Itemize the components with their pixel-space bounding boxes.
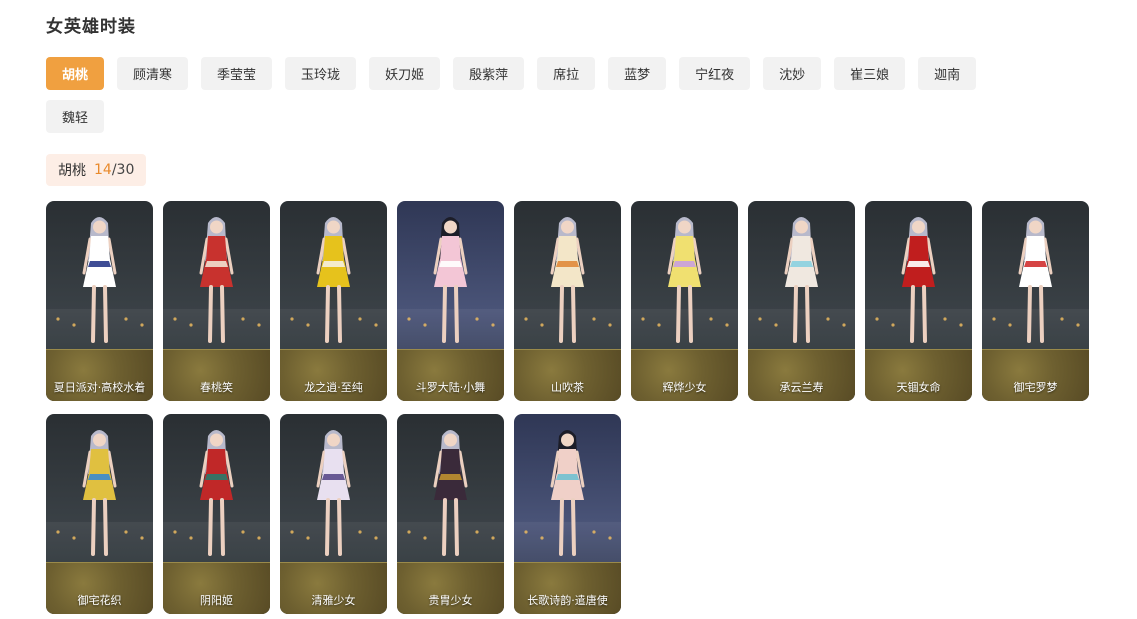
skin-card-grid: 夏日派对·高校水着 春桃笑 龙之逍·至纯 斗罗大陆·小舞 山吹茶 辉烨少女 承云兰寿 天锢女命… [46, 201, 1096, 614]
skin-name: 承云兰寿 [779, 381, 824, 394]
character-portrait [163, 430, 270, 562]
hero-filter-chip[interactable]: 胡桃 [46, 57, 105, 90]
skin-card[interactable]: 清雅少女 [280, 414, 387, 614]
skin-name: 贵胄少女 [428, 594, 473, 607]
counter-hero-name: 胡桃 [58, 163, 86, 179]
skin-name: 山吹茶 [551, 381, 584, 394]
hero-filter-chip[interactable]: 宁红夜 [679, 57, 751, 90]
skin-card[interactable]: 天锢女命 [865, 201, 972, 401]
hero-filter-chip[interactable]: 沈妙 [763, 57, 822, 90]
character-portrait [631, 217, 738, 349]
character-portrait [982, 217, 1089, 349]
skin-name: 御宅花织 [77, 594, 122, 607]
skin-card[interactable]: 夏日派对·高校水着 [46, 201, 153, 401]
hero-filter-chip[interactable]: 蓝梦 [608, 57, 667, 90]
character-portrait [280, 430, 387, 562]
skin-card[interactable]: 春桃笑 [163, 201, 270, 401]
skin-name: 辉烨少女 [662, 381, 707, 394]
character-portrait [514, 430, 621, 562]
skin-count-badge: 胡桃 14 / 30 [46, 154, 147, 186]
hero-filter-chip[interactable]: 季莹莹 [201, 57, 273, 90]
skin-card[interactable]: 御宅罗梦 [982, 201, 1089, 401]
skin-name: 龙之逍·至纯 [304, 381, 363, 394]
skin-name: 天锢女命 [896, 381, 941, 394]
skin-name: 御宅罗梦 [1013, 381, 1058, 394]
skin-name: 夏日派对·高校水着 [53, 381, 146, 394]
skin-name: 春桃笑 [200, 381, 233, 394]
skin-card[interactable]: 龙之逍·至纯 [280, 201, 387, 401]
character-portrait [865, 217, 972, 349]
hero-filter-chip[interactable]: 顾清寒 [117, 57, 189, 90]
character-portrait [46, 430, 153, 562]
hero-filter-chip[interactable]: 迦南 [918, 57, 977, 90]
hero-filter-chip[interactable]: 玉玲珑 [285, 57, 357, 90]
skin-name: 清雅少女 [311, 594, 356, 607]
skin-name: 阴阳姬 [200, 594, 233, 607]
skin-card[interactable]: 辉烨少女 [631, 201, 738, 401]
hero-filter-chip[interactable]: 崔三娘 [834, 57, 906, 90]
skin-card[interactable]: 御宅花织 [46, 414, 153, 614]
counter-current: 14 [94, 162, 112, 178]
skin-card[interactable]: 斗罗大陆·小舞 [397, 201, 504, 401]
skin-card[interactable]: 承云兰寿 [748, 201, 855, 401]
page-title: 女英雄时装 [46, 17, 136, 37]
skin-name: 长歌诗韵·遣唐使 [527, 594, 608, 607]
skin-card[interactable]: 贵胄少女 [397, 414, 504, 614]
hero-filter-chip[interactable]: 殷紫萍 [453, 57, 525, 90]
skin-card[interactable]: 山吹茶 [514, 201, 621, 401]
counter-total: 30 [116, 162, 135, 178]
character-portrait [280, 217, 387, 349]
character-portrait [46, 217, 153, 349]
character-portrait [514, 217, 621, 349]
hero-filter-chip[interactable]: 魏轻 [46, 100, 105, 133]
hero-filter-bar: 胡桃 顾清寒 季莹莹 玉玲珑 妖刀姬 殷紫萍 席拉 蓝梦 宁红夜 沈妙 崔三娘 迦南魏轻 [46, 57, 1046, 133]
skin-name: 斗罗大陆·小舞 [415, 381, 486, 394]
hero-filter-chip[interactable]: 妖刀姬 [369, 57, 441, 90]
skin-card[interactable]: 阴阳姬 [163, 414, 270, 614]
character-portrait [397, 217, 504, 349]
hero-filter-chip[interactable]: 席拉 [537, 57, 596, 90]
character-portrait [748, 217, 855, 349]
skin-card[interactable]: 长歌诗韵·遣唐使 [514, 414, 621, 614]
character-portrait [163, 217, 270, 349]
character-portrait [397, 430, 504, 562]
